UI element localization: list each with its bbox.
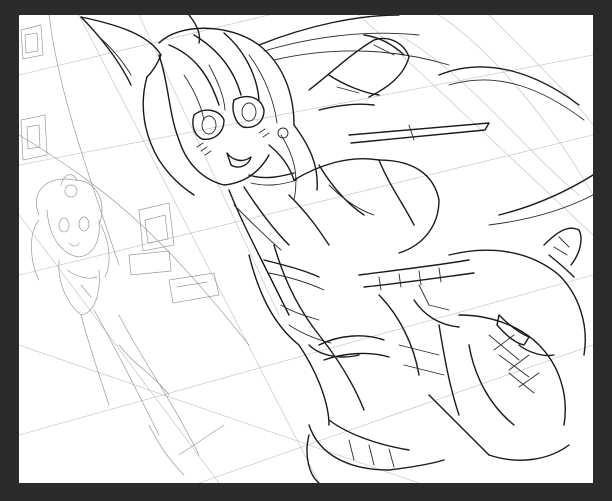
drawing-canvas[interactable] [19,15,593,483]
perspective-guides [19,15,593,483]
background-building [20,24,220,304]
lineart-sketch [19,15,593,483]
background-character-sketch [31,174,225,476]
main-character-lineart [80,15,593,483]
